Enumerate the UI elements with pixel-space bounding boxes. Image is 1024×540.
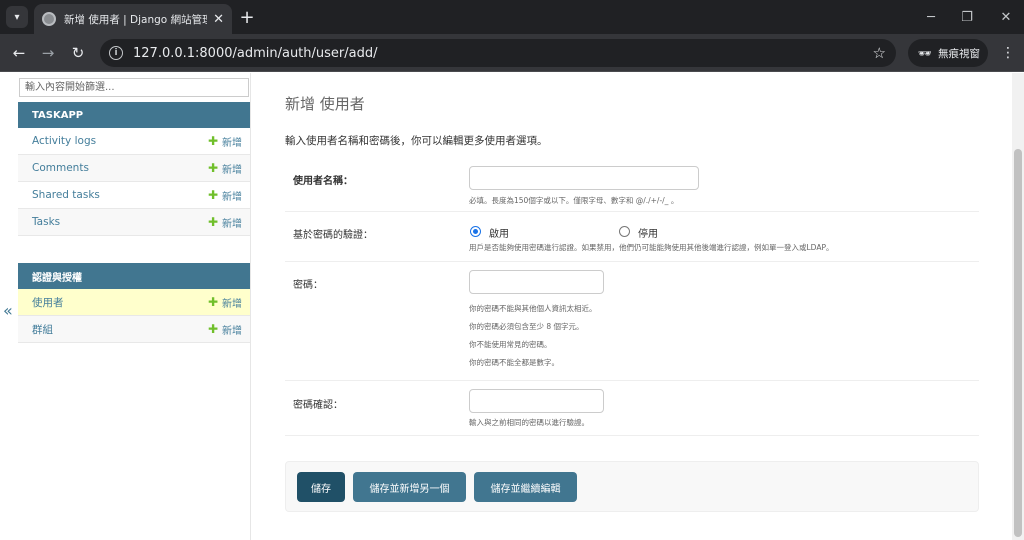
window-minimize-icon[interactable]: ─ <box>920 6 942 28</box>
sidebar-item-activity-logs: Activity logs ✚ 新增 <box>18 128 250 155</box>
password-help-item: 你的密碼不能全都是數字。 <box>469 358 559 367</box>
window-restore-icon[interactable]: ❐ <box>956 6 978 28</box>
model-link-tasks[interactable]: Tasks <box>32 216 208 228</box>
form-row-username: 使用者名稱： 必填。長度為150個字或以下。僅限字母、數字和 @/./+/-/_… <box>285 157 979 212</box>
add-plus-icon: ✚ <box>207 215 218 229</box>
usable-password-help: 用戶是否能夠使用密碼進行認證。如果禁用，他們仍可能能夠使用其他後端進行認證，例如… <box>469 243 834 252</box>
add-link-label: 新增 <box>222 298 242 310</box>
tab-favicon-icon <box>42 12 56 26</box>
page-title: 新增 使用者 <box>285 95 365 113</box>
add-link-label: 新增 <box>222 325 242 337</box>
add-plus-icon: ✚ <box>207 322 218 336</box>
add-link-comments[interactable]: ✚ 新增 <box>208 161 242 176</box>
toggle-nav-sidebar-icon[interactable]: « <box>3 301 13 320</box>
model-link-users[interactable]: 使用者 <box>32 295 208 310</box>
add-link-label: 新增 <box>222 164 242 176</box>
username-help: 必填。長度為150個字或以下。僅限字母、數字和 @/./+/-/_ 。 <box>469 196 679 205</box>
browser-toolbar: ← → ↻ i 127.0.0.1:8000/admin/auth/user/a… <box>0 34 1024 72</box>
add-link-tasks[interactable]: ✚ 新增 <box>208 215 242 230</box>
browser-menu-kebab-icon[interactable]: ⋮ <box>998 42 1018 64</box>
model-link-activity-logs[interactable]: Activity logs <box>32 135 208 147</box>
sidebar-item-comments: Comments ✚ 新增 <box>18 155 250 182</box>
browser-tab-active[interactable]: 新增 使用者 | Django 網站管理 ✕ <box>34 4 232 34</box>
site-info-icon[interactable]: i <box>109 46 123 60</box>
address-bar-url[interactable]: 127.0.0.1:8000/admin/auth/user/add/ <box>133 46 873 61</box>
password-confirm-help: 輸入與之前相同的密碼以進行驗證。 <box>469 418 589 427</box>
add-link-users[interactable]: ✚ 新增 <box>208 295 242 310</box>
module-caption-taskapp[interactable]: TASKAPP <box>18 102 250 128</box>
page-scrollbar[interactable] <box>1012 73 1024 540</box>
radio-enabled-label[interactable]: 啟用 <box>489 225 509 240</box>
save-and-continue-button[interactable]: 儲存並繼續編輯 <box>474 472 577 502</box>
add-link-shared-tasks[interactable]: ✚ 新增 <box>208 188 242 203</box>
forward-arrow-icon[interactable]: → <box>37 42 59 64</box>
add-link-label: 新增 <box>222 137 242 149</box>
tab-close-icon[interactable]: ✕ <box>213 12 224 27</box>
password-confirm-input[interactable] <box>469 389 604 413</box>
address-bar[interactable]: i 127.0.0.1:8000/admin/auth/user/add/ ☆ <box>100 39 896 67</box>
reload-icon[interactable]: ↻ <box>67 42 89 64</box>
password-input[interactable] <box>469 270 604 294</box>
form-row-password1: 密碼： 你的密碼不能與其他個人資訊太相近。 你的密碼必須包含至少 8 個字元。 … <box>285 262 979 381</box>
model-link-shared-tasks[interactable]: Shared tasks <box>32 189 208 201</box>
nav-sidebar: TASKAPP Activity logs ✚ 新增 Comments ✚ 新增 S… <box>18 73 251 540</box>
save-button[interactable]: 儲存 <box>297 472 345 502</box>
incognito-icon: 🕶 <box>918 46 932 60</box>
main-content: 新增 使用者 輸入使用者名稱和密碼後，你可以編輯更多使用者選項。 使用者名稱： … <box>285 73 979 540</box>
add-link-label: 新增 <box>222 218 242 230</box>
sidebar-item-tasks: Tasks ✚ 新增 <box>18 209 250 236</box>
password-help-item: 你不能使用常見的密碼。 <box>469 340 552 349</box>
add-link-label: 新增 <box>222 191 242 203</box>
browser-tab-bar: ▾ 新增 使用者 | Django 網站管理 ✕ + ─ ❐ ✕ <box>0 0 1024 34</box>
bookmark-star-icon[interactable]: ☆ <box>873 44 886 62</box>
password-help-item: 你的密碼不能與其他個人資訊太相近。 <box>469 304 597 313</box>
radio-disabled[interactable] <box>619 226 630 237</box>
form-row-usable-password: 基於密碼的驗證： 啟用 停用 用戶是否能夠使用密碼進行認證。如果禁用，他們仍可能… <box>285 212 979 262</box>
submit-row: 儲存 儲存並新增另一個 儲存並繼續編輯 <box>285 461 979 512</box>
password-label: 密碼： <box>293 280 323 291</box>
add-plus-icon: ✚ <box>207 134 218 148</box>
scrollbar-thumb[interactable] <box>1014 149 1022 537</box>
add-plus-icon: ✚ <box>207 188 218 202</box>
radio-enabled[interactable] <box>470 226 481 237</box>
username-input[interactable] <box>469 166 699 190</box>
page-viewport: « TASKAPP Activity logs ✚ 新增 Comments ✚ 新增… <box>0 73 1024 540</box>
add-link-activity-logs[interactable]: ✚ 新增 <box>208 134 242 149</box>
usable-password-label: 基於密碼的驗證： <box>293 230 373 241</box>
nav-filter-input[interactable] <box>19 78 249 97</box>
model-link-comments[interactable]: Comments <box>32 162 208 174</box>
module-caption-auth[interactable]: 認證與授權 <box>18 263 250 289</box>
sidebar-item-groups: 群組 ✚ 新增 <box>18 316 250 343</box>
sidebar-item-shared-tasks: Shared tasks ✚ 新增 <box>18 182 250 209</box>
tab-search-chevron-down-icon[interactable]: ▾ <box>6 6 28 28</box>
radio-disabled-label[interactable]: 停用 <box>638 225 658 240</box>
incognito-label: 無痕視窗 <box>937 47 980 60</box>
window-close-icon[interactable]: ✕ <box>995 6 1017 28</box>
add-plus-icon: ✚ <box>207 161 218 175</box>
add-plus-icon: ✚ <box>207 295 218 309</box>
new-tab-plus-icon[interactable]: + <box>236 6 258 28</box>
sidebar-item-users: 使用者 ✚ 新增 <box>18 289 250 316</box>
username-label: 使用者名稱： <box>293 176 353 187</box>
password-help-item: 你的密碼必須包含至少 8 個字元。 <box>469 322 584 331</box>
model-link-groups[interactable]: 群組 <box>32 322 208 337</box>
page-intro: 輸入使用者名稱和密碼後，你可以編輯更多使用者選項。 <box>285 135 548 147</box>
password-confirm-label: 密碼確認： <box>293 400 343 411</box>
save-and-add-another-button[interactable]: 儲存並新增另一個 <box>353 472 466 502</box>
add-link-groups[interactable]: ✚ 新增 <box>208 322 242 337</box>
tab-title: 新增 使用者 | Django 網站管理 <box>64 13 208 26</box>
form-row-password2: 密碼確認： 輸入與之前相同的密碼以進行驗證。 <box>285 381 979 436</box>
back-arrow-icon[interactable]: ← <box>8 42 30 64</box>
incognito-indicator[interactable]: 🕶 無痕視窗 <box>908 39 988 67</box>
